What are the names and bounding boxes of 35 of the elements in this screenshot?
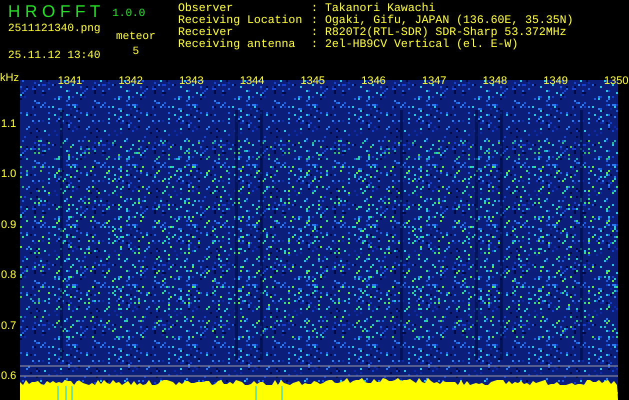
separator: :: [311, 27, 319, 39]
frequency-tick-label: 1.1: [1, 118, 16, 130]
info-value: 2el-HB9CV Vertical (el. E-W): [325, 39, 518, 51]
time-tick-label: 1341: [58, 75, 82, 87]
info-value: Ogaki, Gifu, JAPAN (136.60E, 35.35N): [325, 15, 574, 27]
frequency-tick-label: 0.7: [1, 320, 16, 332]
meteor-count: 5: [132, 46, 140, 59]
version-label: 1.0.0: [112, 7, 146, 21]
time-tick-label: 1343: [179, 75, 204, 87]
time-tick-label: 1347: [422, 75, 446, 87]
separator: :: [311, 39, 319, 51]
info-label: Receiving Location: [178, 15, 304, 27]
separator: :: [311, 3, 319, 15]
time-tick-label: 1349: [543, 75, 568, 87]
time-tick-label: 1346: [361, 75, 386, 87]
file-name: 2511121340.png: [8, 23, 102, 36]
date-time: 25.11.12 13:40: [8, 50, 102, 63]
time-tick-label: 1350: [604, 75, 629, 87]
info-value: R820T2(RTL-SDR) SDR-Sharp 53.372MHz: [325, 27, 567, 39]
info-value: Takanori Kawachi: [325, 3, 436, 15]
time-tick-label: 1344: [240, 75, 264, 87]
frequency-tick-label: 0.6: [1, 370, 16, 382]
frequency-tick-label: 0.9: [1, 218, 16, 231]
time-tick-label: 1342: [118, 75, 143, 87]
axis-unit-label: kHz: [0, 72, 19, 84]
time-tick-label: 1348: [482, 75, 508, 87]
info-label: Observer: [178, 3, 234, 15]
app-title: H R O F F T: [8, 3, 100, 21]
info-label: Receiving antenna: [178, 39, 296, 51]
info-label: Receiver: [178, 27, 234, 39]
time-tick-label: 1345: [300, 75, 326, 87]
frequency-tick-label: 0.8: [1, 269, 16, 282]
separator: :: [311, 15, 319, 27]
frequency-tick-label: 1.0: [1, 168, 16, 180]
meteor-label: meteor: [116, 31, 156, 44]
